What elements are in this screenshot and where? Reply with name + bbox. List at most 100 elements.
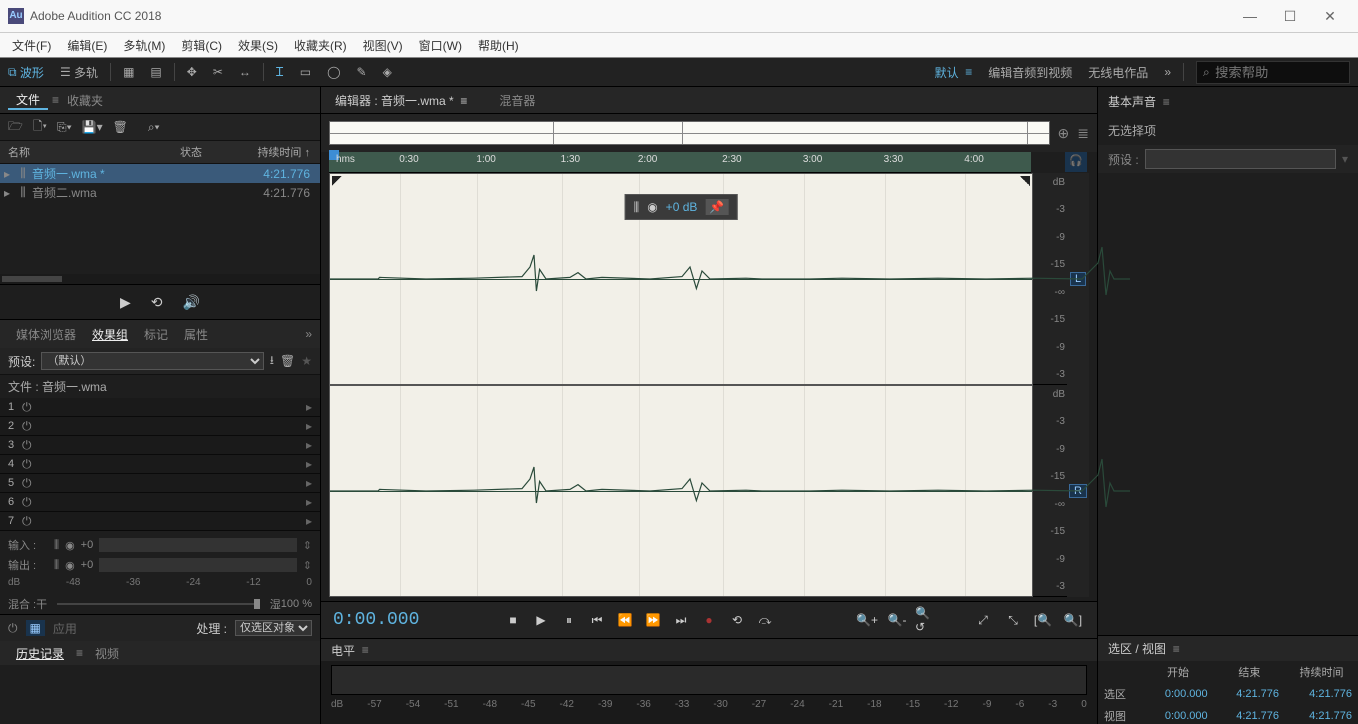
effect-slot[interactable]: 6⏻▸ xyxy=(0,493,320,512)
sel-dur[interactable]: 4:21.776 xyxy=(1285,683,1358,705)
channel-right[interactable] xyxy=(329,385,1033,597)
col-duration[interactable]: 持续时间 ↑ xyxy=(230,144,320,160)
channel-left[interactable]: ⫼ ◉ +0 dB 📌 xyxy=(329,173,1033,385)
time-ruler[interactable]: hms 0:30 1:00 1:30 2:00 2:30 3:00 3:30 4… xyxy=(329,152,1031,173)
gain-hud[interactable]: ⫼ ◉ +0 dB 📌 xyxy=(625,194,738,220)
file-list-scrollbar[interactable] xyxy=(0,274,320,284)
power-icon[interactable]: ⏻ xyxy=(22,438,38,453)
preview-loop-icon[interactable]: ⟲ xyxy=(151,294,163,311)
favorite-preset-icon[interactable]: ★ xyxy=(301,354,312,368)
knob-icon[interactable]: ◉ xyxy=(65,559,75,572)
minimize-button[interactable]: — xyxy=(1230,8,1270,24)
history-menu-icon[interactable]: ≡ xyxy=(72,646,87,660)
spectral-pitch-button[interactable]: ▤ xyxy=(144,63,167,81)
workspace-radio[interactable]: 无线电作品 xyxy=(1082,62,1154,83)
zoom-sel-out-icon[interactable]: 🔍] xyxy=(1061,608,1085,632)
effect-slot[interactable]: 2⏻▸ xyxy=(0,417,320,436)
menu-help[interactable]: 帮助(H) xyxy=(470,37,527,54)
process-select[interactable]: 仅选区对象 xyxy=(235,620,312,636)
marquee-tool[interactable]: ▭ xyxy=(294,63,317,81)
open-file-icon[interactable]: 🗁 xyxy=(8,117,23,138)
save-preset-icon[interactable]: ⭳ xyxy=(270,351,274,372)
zoom-overview-icon[interactable]: ⊕ xyxy=(1058,125,1070,142)
level-menu-icon[interactable]: ≡ xyxy=(362,643,369,657)
effect-slot[interactable]: 3⏻▸ xyxy=(0,436,320,455)
slot-menu-icon[interactable]: ▸ xyxy=(306,514,312,528)
skip-start-button[interactable]: ⏮ xyxy=(585,608,609,632)
effects-more-icon[interactable]: » xyxy=(305,327,312,341)
preview-play-icon[interactable]: ▶ xyxy=(120,294,131,311)
fastfwd-button[interactable]: ⏩ xyxy=(641,608,665,632)
zoom-in-h-icon[interactable]: 🔍+ xyxy=(855,608,879,632)
menu-multitrack[interactable]: 多轨(M) xyxy=(115,37,173,54)
view-end[interactable]: 4:21.776 xyxy=(1214,705,1285,724)
tab-mixer[interactable]: 混音器 xyxy=(493,92,541,109)
col-name[interactable]: 名称 xyxy=(0,144,180,160)
view-start[interactable]: 0:00.000 xyxy=(1142,705,1213,724)
preset-select[interactable]: （默认） xyxy=(41,352,263,370)
power-icon[interactable]: ⏻ xyxy=(22,514,38,529)
essential-preset-menu-icon[interactable]: ▾ xyxy=(1342,152,1348,166)
spectral-freq-button[interactable]: ▦ xyxy=(117,63,140,81)
power-icon[interactable]: ⏻ xyxy=(22,495,38,510)
slot-menu-icon[interactable]: ▸ xyxy=(306,495,312,509)
close-button[interactable]: ✕ xyxy=(1310,8,1350,25)
effect-slot[interactable]: 4⏻▸ xyxy=(0,455,320,474)
effect-slot[interactable]: 5⏻▸ xyxy=(0,474,320,493)
record-button[interactable]: ● xyxy=(697,608,721,632)
skip-selection-button[interactable]: ⤼ xyxy=(753,608,777,632)
heal-tool[interactable]: ◈ xyxy=(377,63,398,81)
zoom-reset-icon[interactable]: 🔍↺ xyxy=(915,608,939,632)
maximize-button[interactable]: ☐ xyxy=(1270,8,1310,25)
knob-icon[interactable]: ◉ xyxy=(647,200,657,214)
view-dur[interactable]: 4:21.776 xyxy=(1285,705,1358,724)
effect-slot[interactable]: 1⏻▸ xyxy=(0,398,320,417)
level-track[interactable] xyxy=(331,665,1087,695)
rewind-button[interactable]: ⏪ xyxy=(613,608,637,632)
zoom-sel-in-icon[interactable]: [🔍 xyxy=(1031,608,1055,632)
stepper-icon[interactable]: ⇕ xyxy=(303,559,312,572)
zoom-out-v-icon[interactable]: ⤡ xyxy=(1001,608,1025,632)
sel-start[interactable]: 0:00.000 xyxy=(1142,683,1213,705)
stepper-icon[interactable]: ⇕ xyxy=(303,539,312,552)
selview-menu-icon[interactable]: ≡ xyxy=(1173,642,1180,656)
effect-slot[interactable]: 7⏻▸ xyxy=(0,512,320,531)
tab-favorites[interactable]: 收藏夹 xyxy=(59,92,111,109)
rack-power-icon[interactable]: ⏻ xyxy=(8,621,18,636)
tab-effects-rack[interactable]: 效果组 xyxy=(84,326,136,343)
file-row[interactable]: ▸ ⫼ 音频二.wma 4:21.776 xyxy=(0,183,320,202)
menu-effects[interactable]: 效果(S) xyxy=(230,37,286,54)
search-input[interactable] xyxy=(1213,64,1343,81)
rack-view-icon[interactable]: ▦ xyxy=(26,620,45,636)
slot-menu-icon[interactable]: ▸ xyxy=(306,419,312,433)
menu-favorites[interactable]: 收藏夹(R) xyxy=(286,37,355,54)
editor-title[interactable]: 编辑器 : 音频一.wma * ≡ xyxy=(329,92,473,109)
tab-markers[interactable]: 标记 xyxy=(136,326,176,343)
search-help[interactable]: ⌕ xyxy=(1196,61,1350,84)
loop-button[interactable]: ⟲ xyxy=(725,608,749,632)
play-button[interactable]: ▶ xyxy=(529,608,553,632)
overview-waveform[interactable] xyxy=(329,121,1050,145)
workspace-default[interactable]: 默认 ≡ xyxy=(929,62,979,83)
pause-button[interactable]: ⏸ xyxy=(557,608,581,632)
skip-end-button[interactable]: ⏭ xyxy=(669,608,693,632)
zoom-out-h-icon[interactable]: 🔍- xyxy=(885,608,909,632)
essential-preset-select[interactable] xyxy=(1145,149,1336,169)
expand-icon[interactable]: ▸ xyxy=(0,167,14,181)
slip-tool[interactable]: ↔ xyxy=(233,63,257,81)
mix-slider[interactable] xyxy=(57,603,260,605)
tab-properties[interactable]: 属性 xyxy=(176,326,216,343)
filter-icon[interactable]: ⌕▾ xyxy=(148,120,160,135)
lasso-tool[interactable]: ◯ xyxy=(321,63,346,81)
apply-button[interactable]: 应用 xyxy=(53,620,77,637)
slot-menu-icon[interactable]: ▸ xyxy=(306,476,312,490)
power-icon[interactable]: ⏻ xyxy=(22,419,38,434)
menu-file[interactable]: 文件(F) xyxy=(4,37,59,54)
tab-history[interactable]: 历史记录 xyxy=(8,645,72,662)
tab-files[interactable]: 文件 xyxy=(8,91,48,110)
essential-menu-icon[interactable]: ≡ xyxy=(1163,95,1170,109)
brush-tool[interactable]: ✎ xyxy=(351,63,373,81)
delete-preset-icon[interactable]: 🗑 xyxy=(280,354,295,368)
preview-autoplay-icon[interactable]: 🔊 xyxy=(183,294,200,311)
move-tool[interactable]: ✥ xyxy=(181,63,203,81)
